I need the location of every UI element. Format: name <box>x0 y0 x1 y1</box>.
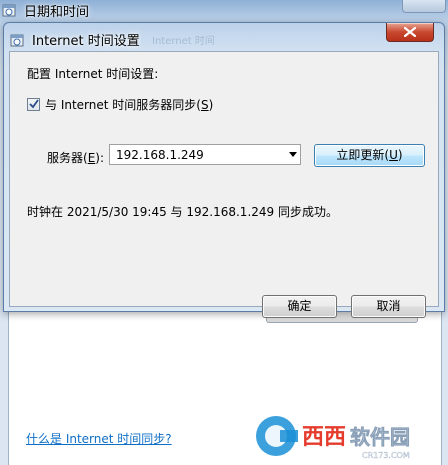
watermark-text-2: 软件园 <box>350 425 410 449</box>
clock-icon <box>10 34 24 47</box>
sync-checkbox-label: 与 Internet 时间服务器同步(S) <box>45 98 214 112</box>
dialog-title-ghost: Internet 时间 <box>152 36 215 47</box>
parent-titlebar: 日期和时间 <box>0 0 448 20</box>
checkmark-icon <box>29 99 39 109</box>
close-icon <box>404 27 416 37</box>
sync-checkbox-row[interactable]: 与 Internet 时间服务器同步(S) <box>27 96 213 113</box>
chevron-down-icon[interactable] <box>289 152 297 157</box>
dialog-title: Internet 时间设置 <box>32 34 140 49</box>
sync-status-text: 时钟在 2021/5/30 19:45 与 192.168.1.249 同步成功… <box>27 205 338 219</box>
internet-time-dialog: Internet 时间设置 Internet 时间 配置 Internet 时间… <box>3 22 445 318</box>
parent-close-button[interactable] <box>402 0 446 13</box>
clock-icon <box>2 4 16 17</box>
server-combobox[interactable]: 192.168.1.249 <box>109 144 301 165</box>
ok-button[interactable]: 确定 <box>262 295 337 318</box>
server-label: 服务器(E): <box>47 151 105 165</box>
watermark-text-1: 西西 <box>302 425 346 450</box>
watermark-logo: 西西 软件园 CR173.COM <box>256 416 410 460</box>
watermark-sub: CR173.COM <box>362 451 410 460</box>
parent-window-title: 日期和时间 <box>24 5 90 20</box>
cancel-button[interactable]: 取消 <box>351 295 426 318</box>
help-link[interactable]: 什么是 Internet 时间同步? <box>26 430 172 447</box>
dialog-content: 配置 Internet 时间设置: 与 Internet 时间服务器同步(S) … <box>9 51 439 318</box>
update-now-button[interactable]: 立即更新(U) <box>314 144 425 167</box>
server-value: 192.168.1.249 <box>116 148 204 162</box>
sync-checkbox[interactable] <box>27 98 40 111</box>
close-button[interactable] <box>386 23 434 42</box>
config-label: 配置 Internet 时间设置: <box>27 67 159 81</box>
